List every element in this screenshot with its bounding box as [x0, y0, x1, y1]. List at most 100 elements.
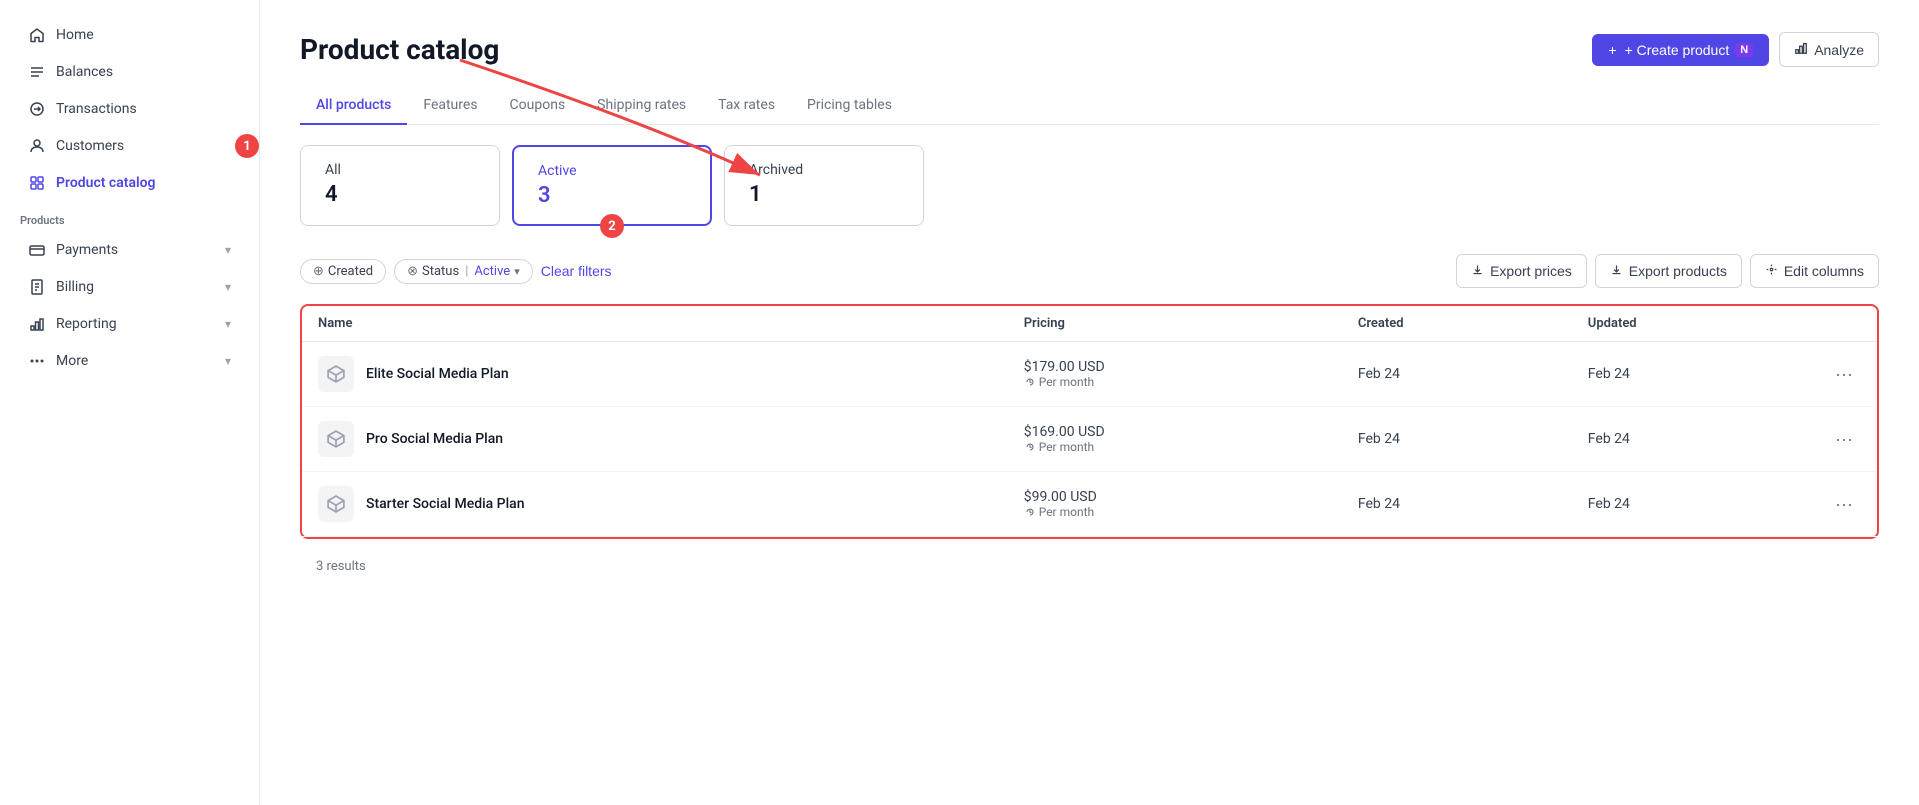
product-catalog-icon — [28, 174, 46, 192]
analyze-button[interactable]: Analyze — [1779, 32, 1879, 67]
chevron-down-icon: ▾ — [225, 243, 231, 257]
price-period: Per month — [1024, 440, 1326, 454]
clear-filters-button[interactable]: Clear filters — [541, 263, 612, 279]
row-more-button[interactable]: ··· — [1827, 490, 1861, 519]
created-cell: Feb 24 — [1342, 472, 1572, 537]
annotation-badge-1: 1 — [235, 134, 259, 158]
pricing-cell: $179.00 USD Per month — [1008, 342, 1342, 407]
transactions-icon — [28, 100, 46, 118]
edit-columns-button[interactable]: Edit columns — [1750, 254, 1879, 288]
table-row[interactable]: Pro Social Media Plan $169.00 USD Per mo… — [302, 407, 1877, 472]
plus-icon: + — [1608, 42, 1616, 58]
table-row[interactable]: Elite Social Media Plan $179.00 USD Per … — [302, 342, 1877, 407]
chevron-down-icon: ▾ — [225, 280, 231, 294]
created-cell: Feb 24 — [1342, 342, 1572, 407]
sidebar-item-home[interactable]: Home — [8, 17, 251, 53]
divider: | — [465, 264, 468, 279]
created-cell: Feb 24 — [1342, 407, 1572, 472]
product-name: Pro Social Media Plan — [366, 431, 503, 447]
row-actions-cell: ··· — [1811, 407, 1877, 472]
sidebar-item-transactions[interactable]: Transactions — [8, 91, 251, 127]
pricing-cell: $169.00 USD Per month — [1008, 407, 1342, 472]
archived-label: Archived — [749, 162, 899, 178]
product-name: Starter Social Media Plan — [366, 496, 525, 512]
status-card-archived[interactable]: Archived 1 — [724, 145, 924, 226]
status-card-all[interactable]: All 4 — [300, 145, 500, 226]
sidebar-item-customers[interactable]: Customers 1 — [8, 128, 251, 164]
pricing-cell: $99.00 USD Per month — [1008, 472, 1342, 537]
customers-icon — [28, 137, 46, 155]
export-products-button[interactable]: Export products — [1595, 254, 1742, 288]
sidebar-item-more[interactable]: More ▾ — [8, 343, 251, 379]
filter-created[interactable]: ⊕ Created — [300, 259, 386, 284]
sidebar-item-billing[interactable]: Billing ▾ — [8, 269, 251, 305]
columns-icon — [1765, 263, 1778, 279]
sidebar-item-product-catalog[interactable]: Product catalog — [8, 165, 251, 201]
header-actions: + + Create product N Analyze — [1592, 32, 1879, 67]
archived-count: 1 — [749, 182, 899, 207]
billing-icon — [28, 278, 46, 296]
row-more-button[interactable]: ··· — [1827, 425, 1861, 454]
chevron-down-icon: ▾ — [225, 317, 231, 331]
products-table: Name Pricing Created Updated — [302, 306, 1877, 537]
table-row[interactable]: Starter Social Media Plan $99.00 USD Per… — [302, 472, 1877, 537]
all-label: All — [325, 162, 475, 178]
updated-cell: Feb 24 — [1572, 472, 1811, 537]
chevron-down-icon: ▾ — [225, 354, 231, 368]
filter-action-buttons: Export prices Export products Edit colum… — [1456, 254, 1879, 288]
tab-shipping-rates[interactable]: Shipping rates — [581, 87, 702, 125]
tab-features[interactable]: Features — [407, 87, 493, 125]
results-count: 3 results — [300, 551, 1879, 582]
col-created: Created — [1342, 306, 1572, 342]
price-main: $99.00 USD — [1024, 489, 1326, 505]
col-updated: Updated — [1572, 306, 1811, 342]
price-period: Per month — [1024, 505, 1326, 519]
sidebar-item-payments[interactable]: Payments ▾ — [8, 232, 251, 268]
product-icon — [318, 486, 354, 522]
sidebar-nav: Home Balances Transactions — [0, 16, 259, 202]
all-count: 4 — [325, 182, 475, 207]
updated-cell: Feb 24 — [1572, 342, 1811, 407]
x-circle-icon: ⊗ — [407, 264, 418, 279]
page-header: Product catalog + + Create product N Ana… — [300, 32, 1879, 67]
home-icon — [28, 26, 46, 44]
col-actions — [1811, 306, 1877, 342]
active-label: Active — [538, 163, 686, 179]
annotation-badge-2: 2 — [600, 214, 624, 238]
balances-icon — [28, 63, 46, 81]
export-prices-button[interactable]: Export prices — [1456, 254, 1587, 288]
product-name-cell: Starter Social Media Plan — [302, 472, 1008, 537]
product-icon — [318, 421, 354, 457]
export-products-icon — [1610, 263, 1623, 279]
product-name-cell: Pro Social Media Plan — [302, 407, 1008, 472]
col-pricing: Pricing — [1008, 306, 1342, 342]
price-period: Per month — [1024, 375, 1326, 389]
export-prices-icon — [1471, 263, 1484, 279]
active-count: 3 — [538, 183, 686, 208]
filters-bar: ⊕ Created ⊗ Status | Active ▾ Clear filt… — [300, 254, 1879, 288]
status-card-active[interactable]: Active 3 2 — [512, 145, 712, 226]
price-main: $169.00 USD — [1024, 424, 1326, 440]
tab-coupons[interactable]: Coupons — [494, 87, 582, 125]
plus-circle-icon: ⊕ — [313, 264, 324, 279]
filter-status[interactable]: ⊗ Status | Active ▾ — [394, 259, 533, 284]
product-name-cell: Elite Social Media Plan — [302, 342, 1008, 407]
product-icon — [318, 356, 354, 392]
sidebar-item-reporting[interactable]: Reporting ▾ — [8, 306, 251, 342]
updated-cell: Feb 24 — [1572, 407, 1811, 472]
price-main: $179.00 USD — [1024, 359, 1326, 375]
analyze-icon — [1794, 41, 1808, 58]
row-more-button[interactable]: ··· — [1827, 360, 1861, 389]
row-actions-cell: ··· — [1811, 342, 1877, 407]
more-icon — [28, 352, 46, 370]
products-table-wrapper: Name Pricing Created Updated — [300, 304, 1879, 539]
tab-pricing-tables[interactable]: Pricing tables — [791, 87, 908, 125]
sidebar-item-balances[interactable]: Balances — [8, 54, 251, 90]
sidebar: Home Balances Transactions — [0, 0, 260, 805]
tab-all-products[interactable]: All products — [300, 87, 407, 125]
sidebar-section-products: Products — [0, 202, 259, 231]
tab-tax-rates[interactable]: Tax rates — [702, 87, 791, 125]
row-actions-cell: ··· — [1811, 472, 1877, 537]
create-product-button[interactable]: + + Create product N — [1592, 34, 1769, 66]
main-content: Product catalog + + Create product N Ana… — [260, 0, 1919, 805]
